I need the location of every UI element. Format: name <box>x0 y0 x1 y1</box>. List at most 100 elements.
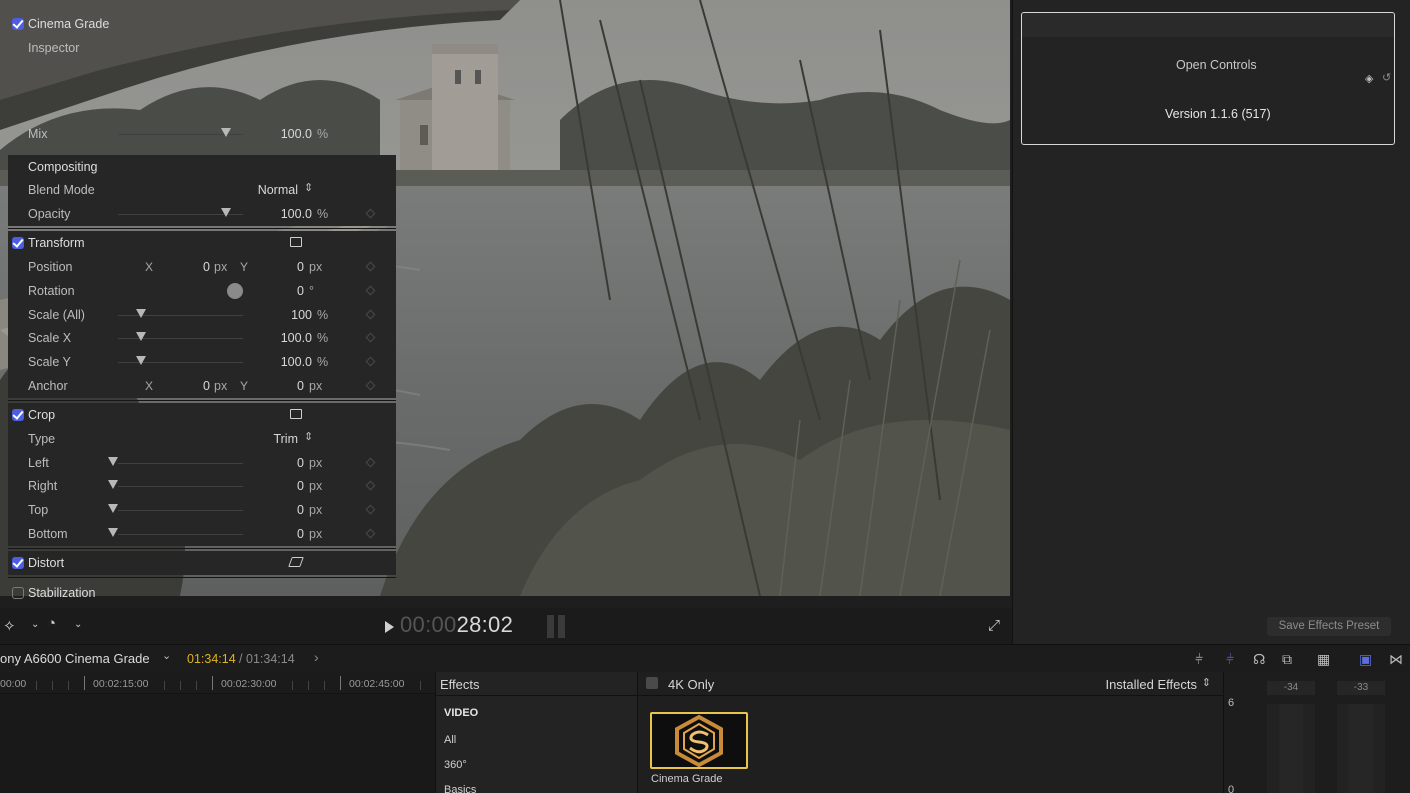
headphones-icon[interactable]: ☊ <box>1253 651 1265 668</box>
chevron-down-icon[interactable]: ⌄ <box>31 619 39 630</box>
crop-top-value[interactable]: 0 <box>297 503 304 517</box>
crop-left-slider-track[interactable] <box>118 463 243 464</box>
opacity-slider-knob[interactable] <box>221 208 231 217</box>
anchor-x-axis: X <box>145 379 154 393</box>
crop-type-select[interactable]: Trim <box>273 432 298 446</box>
4k-only-checkbox[interactable] <box>646 677 658 689</box>
rotation-keyframe-icon[interactable] <box>365 285 376 296</box>
blend-mode-select[interactable]: Normal <box>258 183 298 197</box>
effects-category-basics[interactable]: Basics <box>444 784 476 793</box>
skimming-icon[interactable]: ⫩ <box>1195 651 1203 668</box>
scale-y-slider-knob[interactable] <box>136 356 146 365</box>
snapping-icon[interactable]: ▦ <box>1317 651 1330 668</box>
chevron-updown-icon[interactable]: ⇕ <box>304 430 313 443</box>
chevron-down-icon[interactable]: ⌄ <box>162 649 171 662</box>
cinema-grade-checkbox[interactable] <box>12 18 24 30</box>
opacity-value[interactable]: 100.0 <box>281 207 312 221</box>
scale-y-label: Scale Y <box>28 355 71 369</box>
audio-skimming-icon[interactable]: ⫩ <box>1226 651 1234 668</box>
scale-x-value[interactable]: 100.0 <box>281 331 312 345</box>
position-y-value[interactable]: 0 <box>297 260 304 274</box>
transform-checkbox[interactable] <box>12 237 24 249</box>
project-duration: 01:34:14 <box>246 652 295 666</box>
crop-left-slider-knob[interactable] <box>108 457 118 466</box>
scale-all-value[interactable]: 100 <box>291 308 312 322</box>
crop-bottom-keyframe-icon[interactable] <box>365 528 376 539</box>
stabilization-checkbox[interactable] <box>12 587 24 599</box>
save-effects-preset-button[interactable]: Save Effects Preset <box>1267 617 1391 636</box>
chevron-down-icon[interactable]: ⌄ <box>74 619 82 630</box>
opacity-label: Opacity <box>28 207 71 221</box>
crop-title: Crop <box>28 408 56 422</box>
mix-value[interactable]: 100.0 <box>281 127 312 141</box>
cinema-grade-effect-thumbnail[interactable] <box>650 712 748 769</box>
mix-slider-knob[interactable] <box>221 128 231 137</box>
scale-all-slider-knob[interactable] <box>136 309 146 318</box>
mix-keyframe-icon[interactable] <box>365 128 376 139</box>
crop-onscreen-icon[interactable] <box>290 409 302 419</box>
crop-top-keyframe-icon[interactable] <box>365 504 376 515</box>
scale-y-value[interactable]: 100.0 <box>281 355 312 369</box>
crop-bottom-slider-track[interactable] <box>118 534 243 535</box>
reset-icon[interactable]: ↺ <box>1382 71 1391 84</box>
crop-right-slider-knob[interactable] <box>108 480 118 489</box>
crop-bottom-slider-knob[interactable] <box>108 528 118 537</box>
crop-checkbox[interactable] <box>12 409 24 421</box>
transform-header[interactable]: Transform <box>8 231 396 255</box>
clip-appearance-icon[interactable]: ▣ <box>1359 651 1372 668</box>
solo-icon[interactable]: ⧉ <box>1282 651 1292 668</box>
anchor-y-value[interactable]: 0 <box>297 379 304 393</box>
opacity-keyframe-icon[interactable] <box>365 208 376 219</box>
chevron-right-icon[interactable]: › <box>314 649 319 665</box>
cinema-grade-logo-icon <box>675 714 723 768</box>
scale-all-keyframe-icon[interactable] <box>365 309 376 320</box>
transform-onscreen-icon[interactable] <box>290 237 302 247</box>
play-button[interactable] <box>385 621 394 633</box>
crop-right-value[interactable]: 0 <box>297 479 304 493</box>
installed-effects-select[interactable]: Installed Effects <box>1105 677 1197 692</box>
timecode-separator: / <box>239 652 243 666</box>
effects-grid: 4K Only Installed Effects ⇕ Cinema Grade <box>638 672 1223 793</box>
magic-wand-icon[interactable]: ✧ <box>3 617 16 635</box>
crop-left-keyframe-icon[interactable] <box>365 457 376 468</box>
distort-header[interactable]: Distort <box>8 551 396 575</box>
keyframe-icon[interactable]: ◈ <box>1365 72 1373 85</box>
meter-scale-top: 6 <box>1228 697 1235 709</box>
position-keyframe-icon[interactable] <box>365 261 376 272</box>
effects-category-all[interactable]: All <box>444 734 456 746</box>
crop-left-row: Left 0 px <box>8 451 396 475</box>
chevron-updown-icon[interactable]: ⇕ <box>1202 676 1211 689</box>
crop-header[interactable]: Crop <box>8 403 396 427</box>
chevron-updown-icon[interactable]: ⇕ <box>304 181 313 194</box>
distort-checkbox[interactable] <box>12 557 24 569</box>
timeline-ruler[interactable]: 00:00 00:02:15:00 00:02:30:00 00:02:45:0… <box>0 672 435 694</box>
transitions-icon[interactable]: ⋈ <box>1389 651 1403 668</box>
stabilization-header[interactable]: Stabilization <box>8 581 396 605</box>
anchor-keyframe-icon[interactable] <box>365 380 376 391</box>
crop-top-slider-knob[interactable] <box>108 504 118 513</box>
speed-gauge-icon[interactable]: ◔ <box>47 615 56 632</box>
effects-category-video[interactable]: VIDEO <box>444 707 478 719</box>
crop-bottom-unit: px <box>309 527 323 541</box>
scale-x-slider-knob[interactable] <box>136 332 146 341</box>
crop-top-slider-track[interactable] <box>118 510 243 511</box>
scale-x-keyframe-icon[interactable] <box>365 332 376 343</box>
rotation-value[interactable]: 0 <box>297 284 304 298</box>
crop-bottom-value[interactable]: 0 <box>297 527 304 541</box>
crop-left-value[interactable]: 0 <box>297 456 304 470</box>
effects-category-360[interactable]: 360° <box>444 759 467 771</box>
open-controls-button[interactable]: Open Controls <box>1176 58 1257 72</box>
fullscreen-icon[interactable]: ⤢ <box>988 617 1000 634</box>
crop-right-slider-track[interactable] <box>118 486 243 487</box>
anchor-x-value[interactable]: 0 <box>203 379 210 393</box>
stabilization-title: Stabilization <box>28 586 96 600</box>
distort-onscreen-icon[interactable] <box>288 557 304 567</box>
timeline-area[interactable] <box>0 694 435 793</box>
scale-y-keyframe-icon[interactable] <box>365 356 376 367</box>
position-x-value[interactable]: 0 <box>203 260 210 274</box>
crop-right-keyframe-icon[interactable] <box>365 480 376 491</box>
rotation-dial-icon[interactable] <box>227 283 243 299</box>
cinema-grade-row[interactable]: Cinema Grade <box>8 12 396 36</box>
compositing-header[interactable]: Compositing <box>8 155 396 179</box>
project-name[interactable]: ony A6600 Cinema Grade <box>0 651 150 666</box>
